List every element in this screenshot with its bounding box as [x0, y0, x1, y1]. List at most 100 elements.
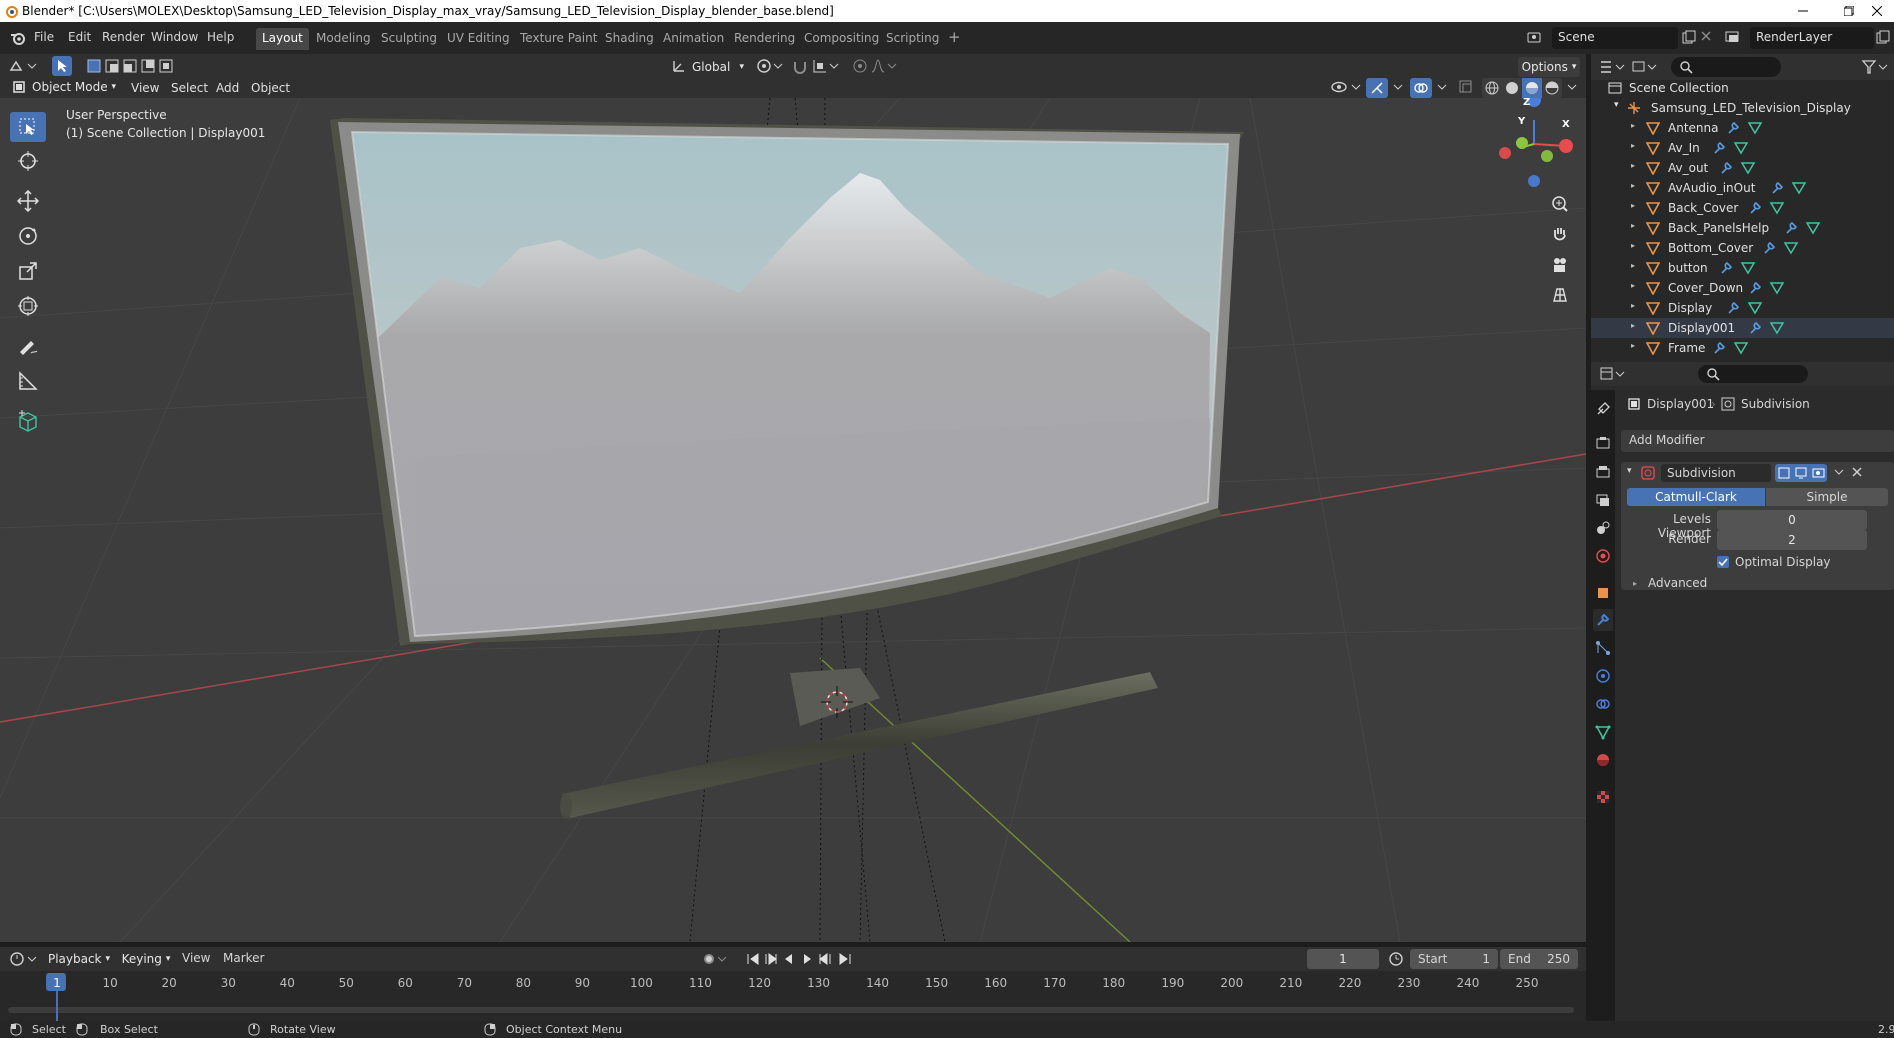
- output-tab-icon[interactable]: [1593, 461, 1613, 483]
- transform-orientation-dropdown[interactable]: Global ▾: [688, 57, 746, 77]
- outliner-item-cover-down[interactable]: ▸ Cover_Down: [1591, 278, 1894, 298]
- scene-tab-icon[interactable]: [1593, 517, 1613, 539]
- simple-option[interactable]: Simple: [1766, 488, 1888, 506]
- tab-animation[interactable]: Animation: [657, 28, 730, 50]
- tab-compositing[interactable]: Compositing: [798, 28, 885, 50]
- expand-arrow-icon[interactable]: ▸: [1631, 161, 1635, 170]
- tool-tab-icon[interactable]: [1593, 398, 1613, 420]
- advanced-subpanel-label[interactable]: Advanced: [1648, 576, 1707, 590]
- tab-rendering[interactable]: Rendering: [728, 28, 801, 50]
- levels-viewport-field[interactable]: 0: [1717, 510, 1867, 530]
- expand-arrow-icon[interactable]: ▸: [1631, 301, 1635, 310]
- tab-shading[interactable]: Shading: [599, 28, 660, 50]
- tool-scale[interactable]: [10, 256, 46, 286]
- material-tab-icon[interactable]: [1593, 749, 1613, 771]
- keying-menu[interactable]: Keying ▾: [118, 949, 174, 969]
- 3d-viewport[interactable]: User Perspective (1) Scene Collection | …: [0, 98, 1586, 942]
- remove-modifier-icon[interactable]: [1851, 466, 1863, 478]
- remove-scene-icon[interactable]: [1700, 30, 1712, 42]
- auto-keying-icon[interactable]: [702, 952, 730, 966]
- view-layer-tab-icon[interactable]: [1593, 489, 1613, 511]
- tool-select-box[interactable]: [10, 112, 46, 142]
- outliner-search-input[interactable]: [1671, 57, 1781, 77]
- editor-type-icon[interactable]: [8, 58, 38, 74]
- gizmo-toggle-icon[interactable]: [1366, 78, 1388, 98]
- playback-controls[interactable]: [746, 952, 862, 966]
- expand-arrow-icon[interactable]: ▸: [1631, 141, 1635, 150]
- outliner-item-avaudio-inout[interactable]: ▸ AvAudio_inOut: [1591, 178, 1894, 198]
- gizmo-dropdown-icon[interactable]: [1392, 79, 1404, 95]
- viewport-menu-view[interactable]: View: [131, 81, 159, 95]
- expand-arrow-icon[interactable]: ▸: [1631, 281, 1635, 290]
- expand-arrow-icon[interactable]: ▸: [1631, 221, 1635, 230]
- outliner-item-back-cover[interactable]: ▸ Back_Cover: [1591, 198, 1894, 218]
- minimize-button[interactable]: [1780, 0, 1826, 22]
- zoom-icon[interactable]: [1551, 195, 1569, 213]
- outliner-collection-row[interactable]: ▾ Samsung_LED_Television_Display: [1591, 98, 1894, 118]
- tab-modeling[interactable]: Modeling: [310, 28, 377, 50]
- viewport-menu-add[interactable]: Add: [216, 81, 239, 95]
- navigation-gizmo[interactable]: [1499, 98, 1573, 187]
- modifier-menu-icon[interactable]: [1833, 466, 1845, 478]
- tool-rotate[interactable]: [10, 221, 46, 251]
- expand-arrow-icon[interactable]: ▸: [1631, 341, 1635, 350]
- outliner-editor-type-icon[interactable]: [1599, 59, 1627, 75]
- shading-dropdown-icon[interactable]: [1566, 79, 1578, 95]
- add-workspace-icon[interactable]: +: [942, 28, 967, 50]
- properties-editor-type-icon[interactable]: [1599, 366, 1627, 382]
- scene-icon[interactable]: [1526, 29, 1544, 45]
- render-tab-icon[interactable]: [1593, 432, 1613, 454]
- timeline-marker-menu[interactable]: Marker: [223, 951, 264, 965]
- outliner-item-bottom-cover[interactable]: ▸ Bottom_Cover: [1591, 238, 1894, 258]
- blender-menu-icon[interactable]: [10, 31, 26, 45]
- physics-tab-icon[interactable]: [1593, 665, 1613, 687]
- menu-render[interactable]: Render: [102, 30, 145, 44]
- outliner-item-display[interactable]: ▸ Display: [1591, 298, 1894, 318]
- advanced-expand-icon[interactable]: ▸: [1633, 579, 1637, 588]
- constraints-tab-icon[interactable]: [1593, 693, 1613, 715]
- outliner-item-button[interactable]: ▸ button: [1591, 258, 1894, 278]
- world-tab-icon[interactable]: [1593, 545, 1613, 567]
- texture-tab-icon[interactable]: [1593, 786, 1613, 808]
- viewport-menu-object[interactable]: Object: [251, 81, 290, 95]
- current-frame-field[interactable]: 1: [1307, 949, 1379, 969]
- expand-arrow-icon[interactable]: ▸: [1631, 241, 1635, 250]
- proportional-falloff-icon[interactable]: [870, 58, 900, 74]
- tool-annotate[interactable]: [10, 331, 46, 361]
- outliner-scene-collection[interactable]: Scene Collection: [1591, 78, 1894, 98]
- outliner-item-frame[interactable]: ▸ Frame: [1591, 338, 1894, 358]
- camera-view-icon[interactable]: [1551, 256, 1569, 274]
- display-mode-icon[interactable]: [1631, 59, 1659, 75]
- pivot-point-icon[interactable]: [756, 58, 786, 74]
- modifier-tab-icon[interactable]: [1593, 609, 1613, 631]
- pan-hand-icon[interactable]: [1551, 225, 1569, 243]
- expand-arrow-icon[interactable]: ▾: [1614, 100, 1619, 110]
- object-tab-icon[interactable]: [1593, 582, 1613, 604]
- outliner-item-av-in[interactable]: ▸ Av_In: [1591, 138, 1894, 158]
- new-scene-icon[interactable]: [1682, 30, 1696, 44]
- new-view-layer-icon[interactable]: [1876, 30, 1890, 44]
- snap-toggle-icon[interactable]: [792, 58, 808, 74]
- optimal-display-checkbox[interactable]: [1717, 556, 1729, 568]
- scene-name-field[interactable]: Scene: [1552, 27, 1678, 49]
- tab-texture-paint[interactable]: Texture Paint: [514, 28, 603, 50]
- view-layer-icon[interactable]: [1724, 29, 1742, 45]
- menu-help[interactable]: Help: [207, 30, 234, 44]
- tool-cursor[interactable]: [10, 146, 46, 176]
- view-layer-field[interactable]: RenderLayer: [1750, 27, 1874, 49]
- collapse-arrow-icon[interactable]: ▾: [1627, 466, 1632, 476]
- tab-sculpting[interactable]: Sculpting: [375, 28, 443, 50]
- expand-arrow-icon[interactable]: ▸: [1631, 201, 1635, 210]
- overlays-toggle-icon[interactable]: [1410, 78, 1432, 98]
- outliner-item-antenna[interactable]: ▸ Antenna: [1591, 118, 1894, 138]
- expand-arrow-icon[interactable]: ▸: [1631, 181, 1635, 190]
- selectability-visibility-icon[interactable]: [1330, 79, 1364, 95]
- expand-arrow-icon[interactable]: ▸: [1631, 321, 1635, 330]
- transform-orientation-icon[interactable]: [672, 59, 688, 73]
- tool-measure[interactable]: [10, 366, 46, 396]
- tool-transform[interactable]: [10, 291, 46, 321]
- filter-icon[interactable]: [1861, 59, 1889, 75]
- viewport-menu-select[interactable]: Select: [171, 81, 208, 95]
- outliner-item-back-panelshelp[interactable]: ▸ Back_PanelsHelp: [1591, 218, 1894, 238]
- timeline-view-menu[interactable]: View: [182, 951, 210, 965]
